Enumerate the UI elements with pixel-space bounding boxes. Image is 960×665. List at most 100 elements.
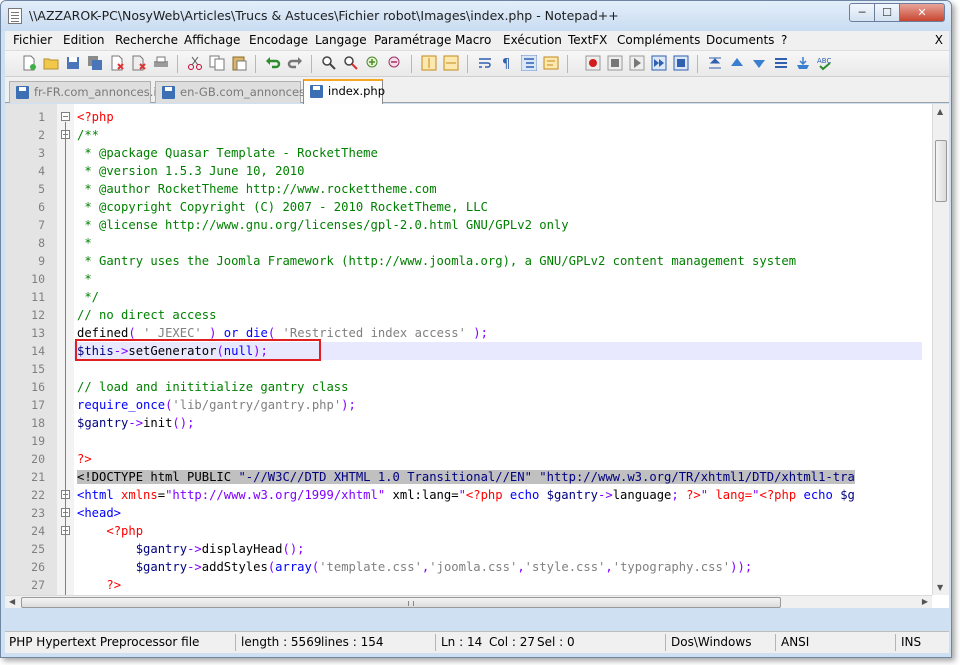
indent-guide-icon[interactable] bbox=[521, 55, 537, 71]
open-file-icon[interactable] bbox=[43, 55, 59, 71]
fold-all-icon[interactable] bbox=[707, 55, 723, 71]
code-line[interactable]: $gantry->displayHead(); bbox=[74, 540, 922, 558]
copy-icon[interactable] bbox=[209, 55, 225, 71]
undo-icon[interactable] bbox=[265, 55, 281, 71]
code-token: // load and inititialize gantry class bbox=[77, 380, 349, 394]
scroll-right-icon[interactable]: ▶ bbox=[922, 597, 928, 606]
show-all-chars-icon[interactable]: ¶ bbox=[499, 55, 515, 71]
next-bookmark-icon[interactable] bbox=[751, 55, 767, 71]
code-line[interactable]: <head> bbox=[74, 504, 922, 522]
code-line[interactable]: <?php bbox=[74, 108, 922, 126]
menu-parametrage[interactable]: Paramétrage bbox=[374, 33, 451, 47]
line-number: 10 bbox=[31, 272, 45, 286]
menu-complements[interactable]: Compléments bbox=[617, 33, 700, 47]
play-macro-icon[interactable] bbox=[629, 55, 645, 71]
code-line[interactable]: * @package Quasar Template - RocketTheme bbox=[74, 144, 922, 162]
redo-icon[interactable] bbox=[287, 55, 303, 71]
sync-vertical-icon[interactable] bbox=[421, 55, 437, 71]
code-line[interactable] bbox=[74, 432, 922, 450]
menu-edition[interactable]: Edition bbox=[63, 33, 105, 47]
code-line[interactable]: require_once('lib/gantry/gantry.php'); bbox=[74, 396, 922, 414]
code-line[interactable]: // no direct access bbox=[74, 306, 922, 324]
code-line[interactable]: * @author RocketTheme http://www.rockett… bbox=[74, 180, 922, 198]
menu-help[interactable]: ? bbox=[781, 33, 787, 47]
menu-textfx[interactable]: TextFX bbox=[568, 33, 607, 47]
code-line[interactable]: * @license http://www.gnu.org/licenses/g… bbox=[74, 216, 922, 234]
menu-execution[interactable]: Exécution bbox=[503, 33, 562, 47]
code-line[interactable]: $gantry->addStyles(array('template.css',… bbox=[74, 558, 922, 576]
record-macro-icon[interactable] bbox=[585, 55, 601, 71]
title-bar[interactable]: \\AZZAROK-PC\NosyWeb\Articles\Trucs & As… bbox=[1, 1, 951, 31]
close-document-button[interactable]: X bbox=[935, 33, 943, 47]
code-line[interactable]: <?php bbox=[74, 522, 922, 540]
close-all-icon[interactable] bbox=[131, 55, 147, 71]
tab-en-gb-com-annonces[interactable]: en-GB.com_annonces.ini bbox=[155, 81, 322, 103]
user-defined-language-icon[interactable] bbox=[543, 55, 559, 71]
menu-fichier[interactable]: Fichier bbox=[13, 33, 52, 47]
code-line[interactable]: /** bbox=[74, 126, 922, 144]
scroll-left-icon[interactable]: ◀ bbox=[9, 597, 15, 606]
code-token: init bbox=[143, 416, 173, 430]
code-line[interactable]: */ bbox=[74, 288, 922, 306]
scroll-down-icon[interactable]: ▼ bbox=[937, 583, 943, 592]
fold-margin[interactable] bbox=[57, 104, 74, 606]
tab-fr-fr-com-annonces[interactable]: fr-FR.com_annonces.ini bbox=[9, 81, 167, 103]
minimize-button[interactable]: ─ bbox=[849, 3, 875, 22]
stop-record-icon[interactable] bbox=[607, 55, 623, 71]
spell-check-icon[interactable]: ABC bbox=[817, 55, 833, 71]
code-line[interactable]: * @version 1.5.3 June 10, 2010 bbox=[74, 162, 922, 180]
code-token: <?php bbox=[465, 488, 503, 502]
menu-encodage[interactable]: Encodage bbox=[249, 33, 308, 47]
notepad-app-icon[interactable] bbox=[8, 8, 22, 24]
prev-bookmark-icon[interactable] bbox=[729, 55, 745, 71]
zoom-in-icon[interactable] bbox=[365, 55, 381, 71]
word-wrap-icon[interactable] bbox=[477, 55, 493, 71]
code-line[interactable]: <html xmlns="http://www.w3.org/1999/xhtm… bbox=[74, 486, 922, 504]
menu-recherche[interactable]: Recherche bbox=[115, 33, 178, 47]
vertical-scroll-thumb[interactable] bbox=[935, 140, 947, 202]
code-line[interactable]: * @copyright Copyright (C) 2007 - 2010 R… bbox=[74, 198, 922, 216]
code-line[interactable]: // load and inititialize gantry class bbox=[74, 378, 922, 396]
code-line[interactable] bbox=[74, 360, 922, 378]
save-icon[interactable] bbox=[65, 55, 81, 71]
code-token: defined bbox=[77, 326, 129, 340]
clear-bookmark-icon[interactable] bbox=[773, 55, 789, 71]
code-line[interactable]: * bbox=[74, 234, 922, 252]
print-icon[interactable] bbox=[153, 55, 169, 71]
tab-index-php[interactable]: index.php bbox=[303, 79, 385, 104]
horizontal-scrollbar[interactable]: ◀ ▶ bbox=[5, 595, 932, 608]
new-file-icon[interactable] bbox=[21, 55, 37, 71]
code-line[interactable]: * Gantry uses the Joomla Framework (http… bbox=[74, 252, 922, 270]
find-icon[interactable] bbox=[321, 55, 337, 71]
code-editor[interactable]: 1 2 3 4 5 6 7 8 9 10 11 12 13 14 15 16 17 18 19 20 21 22 23 24 2… bbox=[5, 104, 949, 608]
save-all-icon[interactable] bbox=[87, 55, 103, 71]
menu-macro[interactable]: Macro bbox=[455, 33, 491, 47]
find-in-files-icon[interactable] bbox=[795, 55, 811, 71]
menu-affichage[interactable]: Affichage bbox=[184, 33, 240, 47]
run-macro-multiple-icon[interactable] bbox=[651, 55, 667, 71]
menu-langage[interactable]: Langage bbox=[315, 33, 367, 47]
cut-icon[interactable] bbox=[187, 55, 203, 71]
code-line[interactable]: ?> bbox=[74, 450, 922, 468]
toolbar: ¶ ABC bbox=[5, 51, 949, 77]
paste-icon[interactable] bbox=[231, 55, 247, 71]
code-line[interactable]: * bbox=[74, 270, 922, 288]
zoom-out-icon[interactable] bbox=[387, 55, 403, 71]
replace-icon[interactable] bbox=[343, 55, 359, 71]
code-line[interactable]: ?> bbox=[74, 576, 922, 594]
horizontal-scroll-thumb[interactable] bbox=[21, 597, 781, 608]
code-token: ?> bbox=[77, 452, 92, 466]
fold-toggle-icon[interactable] bbox=[61, 112, 70, 121]
sync-horizontal-icon[interactable] bbox=[443, 55, 459, 71]
code-token: -> bbox=[187, 542, 202, 556]
close-window-button[interactable]: ✕ bbox=[899, 3, 945, 22]
save-macro-icon[interactable] bbox=[673, 55, 689, 71]
code-line[interactable]: <!DOCTYPE html PUBLIC "-//W3C//DTD XHTML… bbox=[74, 468, 922, 486]
code-line[interactable]: $gantry->init(); bbox=[74, 414, 922, 432]
close-icon[interactable] bbox=[109, 55, 125, 71]
code-token: <?php bbox=[759, 488, 797, 502]
maximize-button[interactable]: ☐ bbox=[874, 3, 900, 22]
vertical-scrollbar[interactable]: ▲ ▼ bbox=[932, 104, 949, 595]
menu-documents[interactable]: Documents bbox=[706, 33, 774, 47]
scroll-up-icon[interactable]: ▲ bbox=[937, 107, 943, 116]
